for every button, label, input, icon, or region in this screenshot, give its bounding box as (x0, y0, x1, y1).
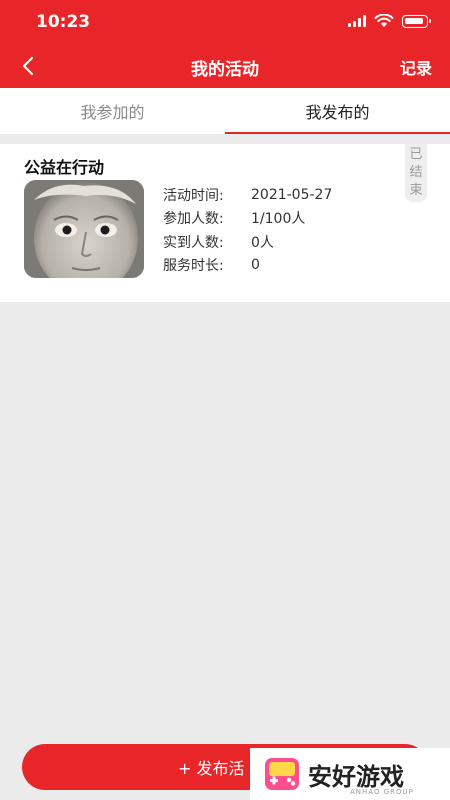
status-badge: 已 结 束 (405, 144, 427, 202)
activity-card[interactable]: 公益在行动 已 结 束 活动时间: 2021-05-27 参加人数: 1/100… (0, 144, 450, 302)
activity-details: 活动时间: 2021-05-27 参加人数: 1/100人 实到人数: 0人 服… (163, 183, 332, 277)
gamepad-logo-icon (265, 758, 299, 790)
battery-icon (402, 14, 431, 28)
detail-row: 服务时长: 0 (163, 254, 332, 278)
page-title: 我的活动 (191, 60, 259, 80)
detail-value: 1/100人 (251, 211, 306, 228)
activity-thumbnail (24, 180, 144, 278)
status-char: 已 (409, 147, 423, 162)
detail-row: 活动时间: 2021-05-27 (163, 183, 332, 207)
tab-joined[interactable]: 我参加的 (0, 88, 225, 134)
detail-row: 实到人数: 0人 (163, 230, 332, 254)
detail-value: 0人 (251, 234, 274, 251)
watermark-subtext: ANHAO GROUP (350, 788, 414, 796)
activity-title: 公益在行动 (24, 158, 105, 177)
watermark-text: 安好游戏 (308, 762, 404, 791)
detail-value: 0 (251, 257, 260, 274)
detail-label: 实到人数: (163, 234, 224, 251)
status-icons (348, 14, 431, 28)
detail-label: 活动时间: (163, 187, 224, 204)
tab-bar: 我参加的 我发布的 (0, 88, 450, 134)
status-char: 结 (409, 165, 423, 180)
tab-published[interactable]: 我发布的 (225, 88, 450, 134)
detail-label: 参加人数: (163, 211, 224, 228)
record-button[interactable]: 记录 (400, 55, 432, 79)
status-time: 10:23 (36, 12, 91, 32)
detail-label: 服务时长: (163, 258, 224, 275)
signal-icon (348, 15, 366, 27)
detail-value: 2021-05-27 (251, 186, 333, 203)
status-char: 束 (409, 183, 423, 198)
wifi-icon (374, 14, 394, 27)
app-header: 10:23 我的活动 记录 (0, 0, 450, 88)
status-bar: 10:23 (0, 0, 450, 44)
detail-row: 参加人数: 1/100人 (163, 207, 332, 231)
watermark: 安好游戏 ANHAO GROUP (250, 748, 450, 800)
nav-bar: 我的活动 记录 (0, 44, 450, 88)
